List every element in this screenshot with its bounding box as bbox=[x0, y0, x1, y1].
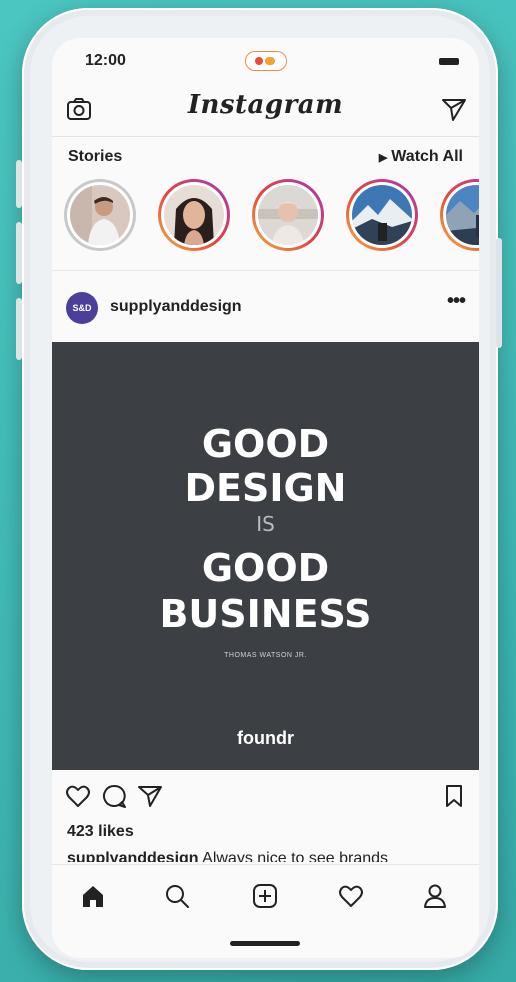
story-avatar[interactable] bbox=[158, 179, 230, 251]
divider bbox=[52, 270, 479, 271]
post-actions bbox=[52, 780, 479, 814]
more-options-icon[interactable]: ••• bbox=[447, 290, 466, 313]
mute-switch bbox=[16, 160, 22, 208]
post-header: S&D supplyanddesign ••• bbox=[52, 286, 479, 334]
volume-up-button bbox=[16, 222, 22, 284]
stories-title: Stories bbox=[68, 148, 123, 165]
power-button bbox=[496, 238, 502, 348]
watch-all-link[interactable]: ▶ Watch All bbox=[379, 148, 463, 166]
top-navigation: Instagram bbox=[52, 82, 479, 137]
add-post-icon[interactable] bbox=[250, 881, 280, 911]
activity-heart-icon[interactable] bbox=[336, 881, 366, 911]
post-image[interactable]: GOOD DESIGN IS GOOD BUSINESS THOMAS WATS… bbox=[52, 342, 479, 770]
quote-line-4: GOOD bbox=[201, 546, 330, 590]
story-avatar[interactable] bbox=[440, 179, 479, 251]
battery-icon bbox=[439, 58, 459, 65]
post-username[interactable]: supplyanddesign bbox=[110, 298, 242, 316]
quote-line-2: DESIGN bbox=[184, 466, 347, 510]
home-indicator[interactable] bbox=[230, 941, 300, 946]
watch-all-label: Watch All bbox=[391, 148, 463, 165]
status-bar: 12:00 bbox=[52, 38, 479, 82]
quote-line-1: GOOD bbox=[201, 422, 330, 466]
bottom-tab-bar bbox=[52, 864, 479, 958]
quote-author: THOMAS WATSON JR. bbox=[224, 652, 307, 659]
likes-count[interactable]: 423 likes bbox=[67, 823, 134, 841]
paper-plane-icon[interactable] bbox=[439, 94, 469, 124]
bookmark-icon[interactable] bbox=[440, 782, 468, 810]
like-heart-icon[interactable] bbox=[64, 782, 92, 810]
profile-icon[interactable] bbox=[420, 881, 450, 911]
caption-username[interactable]: supplyanddesign bbox=[67, 850, 199, 862]
post-caption: supplyanddesign Always nice to see brand… bbox=[67, 850, 467, 862]
stories-row bbox=[64, 179, 479, 253]
quote-line-3: IS bbox=[256, 512, 275, 536]
share-icon[interactable] bbox=[136, 782, 164, 810]
quote-line-5: BUSINESS bbox=[159, 592, 372, 636]
story-avatar[interactable] bbox=[346, 179, 418, 251]
volume-down-button bbox=[16, 298, 22, 360]
home-icon[interactable] bbox=[78, 881, 108, 911]
play-icon: ▶ bbox=[378, 152, 388, 164]
comment-icon[interactable] bbox=[100, 782, 128, 810]
brand-logo: foundr bbox=[237, 728, 294, 748]
story-avatar[interactable] bbox=[64, 179, 136, 251]
phone-screen: 12:00 Instagram Stories ▶ Watch All S&D … bbox=[52, 38, 479, 958]
status-time: 12:00 bbox=[85, 52, 126, 69]
search-icon[interactable] bbox=[162, 881, 192, 911]
stories-header: Stories ▶ Watch All bbox=[68, 148, 463, 170]
story-avatar[interactable] bbox=[252, 179, 324, 251]
app-title: Instagram bbox=[187, 90, 344, 120]
recording-indicator-icon bbox=[245, 51, 287, 71]
caption-text: Always nice to see brands bbox=[202, 850, 389, 862]
avatar[interactable]: S&D bbox=[66, 292, 98, 324]
